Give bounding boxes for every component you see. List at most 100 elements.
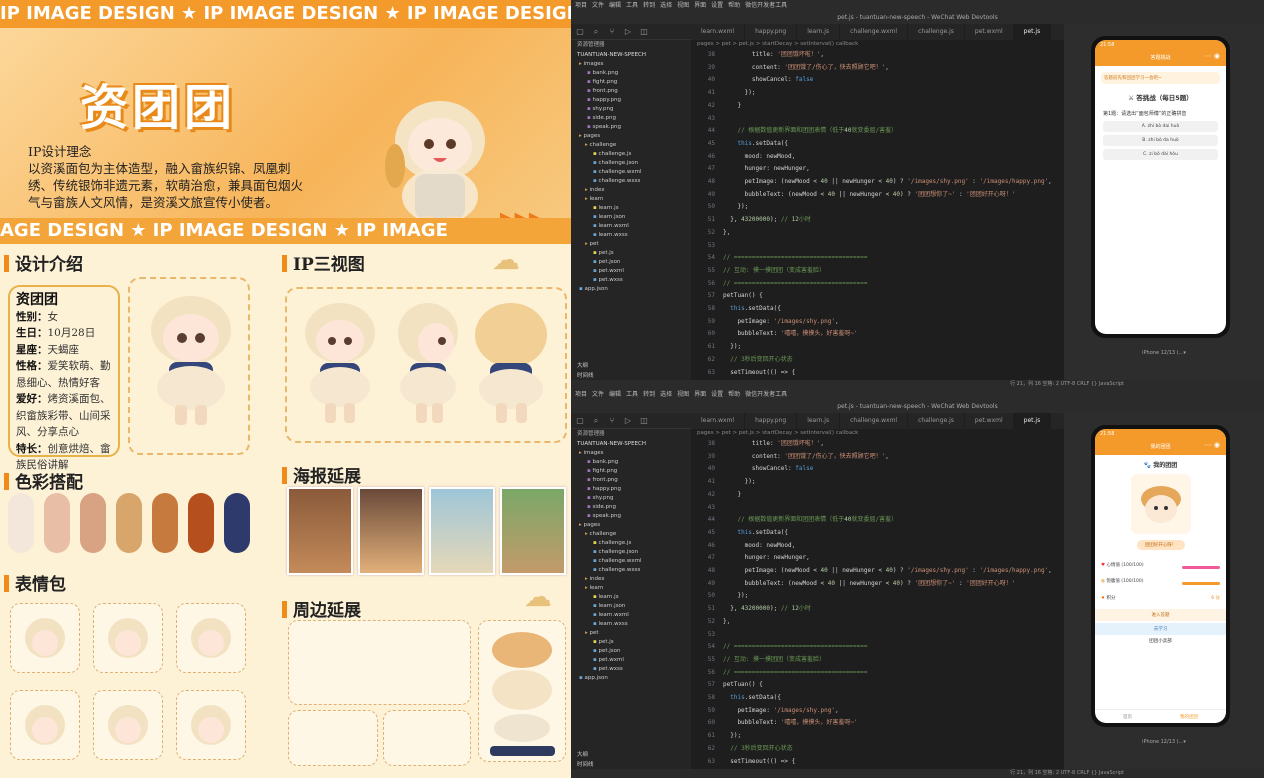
folder-item[interactable]: ▸ pages	[571, 132, 691, 141]
file-item[interactable]: ▪ learn.wxss	[571, 620, 691, 629]
code-line[interactable]: 39 content: '团团饿了/伤心了，快去照顾它吧！',	[695, 451, 1064, 464]
file-item[interactable]: ▪ learn.wxss	[571, 231, 691, 240]
search-icon[interactable]: ⌕	[591, 416, 601, 426]
code-line[interactable]: 62 // 3秒后变回开心状态	[695, 743, 1064, 756]
code-line[interactable]: 60 bubbleText: '嘻嘻，摸摸头，好害羞呀~'	[695, 328, 1064, 341]
capsule-menu-icon[interactable]: ⋯ ◉	[1205, 441, 1220, 449]
code-line[interactable]: 51 }, 43200000); // 12小时	[695, 603, 1064, 616]
code-line[interactable]: 48 petImage: (newMood < 40 || newHunger …	[695, 176, 1064, 189]
code-line[interactable]: 63 setTimeout(() => {	[695, 367, 1064, 380]
answer-option[interactable]: C. zi bò dài hòu	[1103, 149, 1218, 160]
code-line[interactable]: 38 title: '团团饿坏啦！',	[695, 49, 1064, 62]
code-line[interactable]: 42 }	[695, 489, 1064, 502]
files-icon[interactable]: ▢	[575, 416, 585, 426]
file-item[interactable]: ▪ fight.png	[571, 467, 691, 476]
code-line[interactable]: 52},	[695, 227, 1064, 240]
file-item[interactable]: ▪ bank.png	[571, 69, 691, 78]
code-line[interactable]: 45 this.setData({	[695, 527, 1064, 540]
code-line[interactable]: 41 });	[695, 87, 1064, 100]
file-item[interactable]: ▪ challenge.wxss	[571, 177, 691, 186]
file-item[interactable]: ▪ pet.js	[571, 638, 691, 647]
folder-item[interactable]: ▸ learn	[571, 195, 691, 204]
menu-item[interactable]: 编辑	[609, 2, 621, 9]
code-line[interactable]: 59 petImage: '/images/shy.png',	[695, 705, 1064, 718]
file-item[interactable]: ▪ bank.png	[571, 458, 691, 467]
tab-happy-png[interactable]: happy.png	[745, 24, 798, 40]
code-lines[interactable]: 38 title: '团团饿坏啦！', 39 content: '团团饿了/伤心了…	[691, 49, 1064, 379]
folder-item[interactable]: ▸ challenge	[571, 141, 691, 150]
project-name[interactable]: TUANTUAN-NEW-SPEECH	[571, 439, 691, 449]
code-line[interactable]: 49 bubbleText: (newMood < 40 || newHunge…	[695, 189, 1064, 202]
code-line[interactable]: 48 petImage: (newMood < 40 || newHunger …	[695, 565, 1064, 578]
code-line[interactable]: 55 // 互动: 摸一摸团团（变成害羞脸）	[695, 265, 1064, 278]
file-item[interactable]: ▪ front.png	[571, 476, 691, 485]
menu-item[interactable]: 选择	[660, 2, 672, 9]
menu-item[interactable]: 工具	[626, 2, 638, 9]
folder-item[interactable]: ▸ pet	[571, 240, 691, 249]
pet-image[interactable]	[1130, 474, 1191, 534]
code-lines[interactable]: 38 title: '团团饿坏啦！', 39 content: '团团饿了/伤心了…	[691, 438, 1064, 768]
code-line[interactable]: 50 });	[695, 590, 1064, 603]
tab-pet-js[interactable]: pet.js	[1013, 24, 1052, 40]
files-icon[interactable]: ▢	[575, 27, 585, 37]
folder-item[interactable]: ▸ images	[571, 60, 691, 69]
menu-item[interactable]: 设置	[711, 391, 723, 398]
code-line[interactable]: 45 this.setData({	[695, 138, 1064, 151]
extensions-icon[interactable]: ◫	[639, 416, 649, 426]
file-item[interactable]: ▪ speak.png	[571, 123, 691, 132]
code-line[interactable]: 43	[695, 502, 1064, 515]
menu-item[interactable]: 视图	[677, 391, 689, 398]
outline-panel[interactable]: 大纲	[577, 750, 588, 758]
tab-happy-png[interactable]: happy.png	[745, 413, 798, 429]
code-line[interactable]: 41 });	[695, 476, 1064, 489]
file-item[interactable]: ▪ pet.wxss	[571, 665, 691, 674]
file-item[interactable]: ▪ shy.png	[571, 494, 691, 503]
folder-item[interactable]: ▸ pages	[571, 521, 691, 530]
tab-learn-wxml[interactable]: learn.wxml	[691, 24, 746, 40]
menu-item[interactable]: 微信开发者工具	[745, 2, 787, 9]
file-item[interactable]: ▪ challenge.wxml	[571, 168, 691, 177]
menu-item[interactable]: 帮助	[728, 391, 740, 398]
go-learn-button[interactable]: 去学习	[1095, 623, 1226, 635]
menu-item[interactable]: 帮助	[728, 2, 740, 9]
code-line[interactable]: 54 // ===================================…	[695, 641, 1064, 654]
code-line[interactable]: 52},	[695, 616, 1064, 629]
code-line[interactable]: 62 // 3秒后变回开心状态	[695, 354, 1064, 367]
file-item[interactable]: ▪ pet.json	[571, 258, 691, 267]
file-item[interactable]: ▪ happy.png	[571, 485, 691, 494]
capsule-menu-icon[interactable]: ⋯ ◉	[1205, 52, 1220, 60]
tab-challenge-wxml[interactable]: challenge.wxml	[840, 24, 909, 40]
file-item[interactable]: ▪ app.json	[571, 285, 691, 294]
code-line[interactable]: 53	[695, 629, 1064, 642]
code-line[interactable]: 42 }	[695, 100, 1064, 113]
code-line[interactable]: 40 showCancel: false	[695, 463, 1064, 476]
device-selector[interactable]: iPhone 12/13 (...▾	[1064, 350, 1264, 356]
file-item[interactable]: ▪ learn.js	[571, 204, 691, 213]
code-line[interactable]: 46 mood: newMood,	[695, 540, 1064, 553]
code-line[interactable]: 38 title: '团团饿坏啦！',	[695, 438, 1064, 451]
code-line[interactable]: 58 this.setData({	[695, 303, 1064, 316]
code-line[interactable]: 47 hunger: newHunger,	[695, 552, 1064, 565]
folder-item[interactable]: ▸ learn	[571, 584, 691, 593]
search-icon[interactable]: ⌕	[591, 27, 601, 37]
file-item[interactable]: ▪ challenge.wxss	[571, 566, 691, 575]
menu-item[interactable]: 微信开发者工具	[745, 391, 787, 398]
code-line[interactable]: 40 showCancel: false	[695, 74, 1064, 87]
breadcrumb[interactable]: pages > pet > pet.js > startDecay > setI…	[691, 429, 1064, 438]
tab-challenge-wxml[interactable]: challenge.wxml	[840, 413, 909, 429]
menu-item[interactable]: 界面	[694, 2, 706, 9]
file-item[interactable]: ▪ challenge.js	[571, 150, 691, 159]
code-line[interactable]: 46 mood: newMood,	[695, 151, 1064, 164]
tab-challenge-js[interactable]: challenge.js	[908, 24, 965, 40]
tab-learn-wxml[interactable]: learn.wxml	[691, 413, 746, 429]
folder-item[interactable]: ▸ pet	[571, 629, 691, 638]
tab-learn-js[interactable]: learn.js	[797, 413, 841, 429]
code-line[interactable]: 57 petTuan() {	[695, 290, 1064, 303]
menu-item[interactable]: 工具	[626, 391, 638, 398]
code-line[interactable]: 60 bubbleText: '嘻嘻，摸摸头，好害羞呀~'	[695, 717, 1064, 730]
file-item[interactable]: ▪ challenge.json	[571, 548, 691, 557]
code-line[interactable]: 58 this.setData({	[695, 692, 1064, 705]
menu-item[interactable]: 选择	[660, 391, 672, 398]
answer-option[interactable]: A. zhi bò dai huò	[1103, 121, 1218, 132]
file-item[interactable]: ▪ front.png	[571, 87, 691, 96]
